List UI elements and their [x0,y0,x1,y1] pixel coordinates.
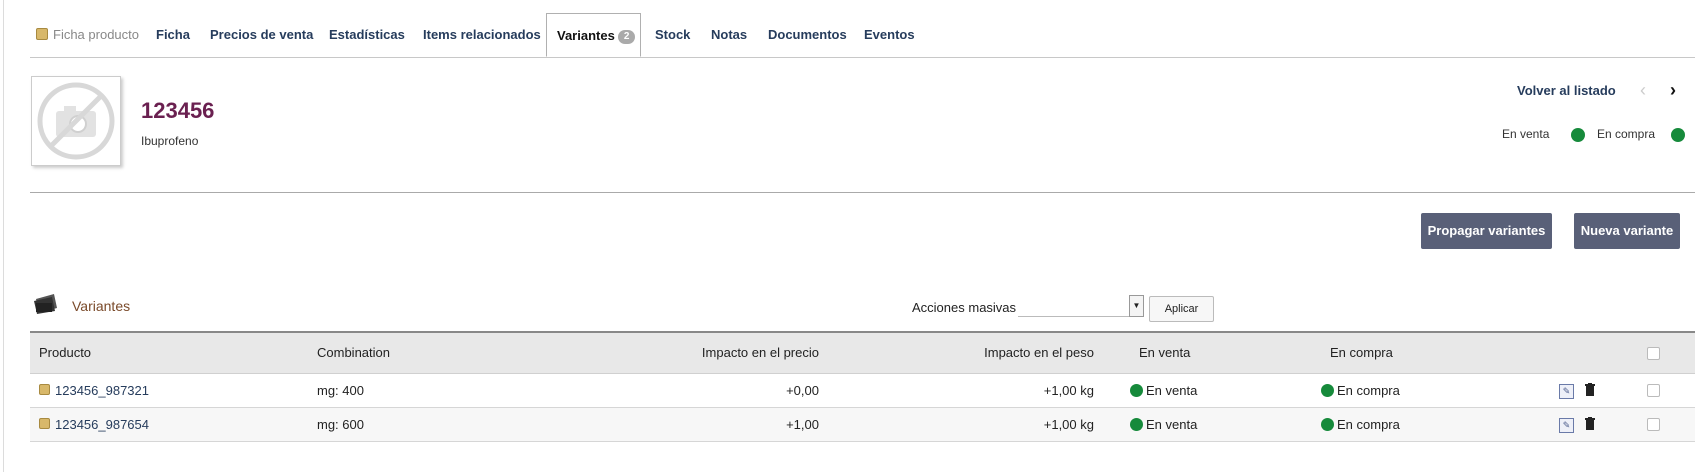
status-sell-dot[interactable] [1571,128,1585,142]
tab-precios-de-venta[interactable]: Precios de venta [210,13,313,57]
status-green-dot [1321,384,1334,397]
tab-estadisticas[interactable]: Estadísticas [329,13,405,57]
edit-icon[interactable]: ✎ [1559,418,1574,433]
variant-combination: mg: 400 [317,383,364,398]
trash-icon[interactable] [1585,383,1595,396]
status-green-dot [1130,418,1143,431]
no-photo-icon [37,82,115,160]
variant-product-link[interactable]: 123456_987654 [55,417,149,432]
product-box-icon [39,384,50,395]
variants-table: Producto Combination Impacto en el preci… [30,331,1695,442]
chevron-left-icon[interactable]: ‹ [1640,80,1646,101]
header-on-sale[interactable]: En venta [1139,333,1190,373]
tab-notas[interactable]: Notas [711,13,747,57]
variant-product-cell: 123456_987654 [39,408,149,441]
header-on-buy[interactable]: En compra [1330,333,1393,373]
new-variant-button[interactable]: Nueva variante [1574,213,1680,249]
header-product[interactable]: Producto [39,333,91,373]
propagate-variants-button[interactable]: Propagar variantes [1421,213,1552,249]
variant-on-buy-label: En compra [1337,417,1400,432]
status-buy-dot[interactable] [1671,128,1685,142]
banner-divider [30,192,1695,193]
variant-weight-impact: +1,00 kg [1043,383,1094,398]
variant-on-buy[interactable]: En compra [1321,374,1400,407]
table-row: 123456_987321 mg: 400 +0,00 +1,00 kg En … [30,374,1695,408]
variant-product-cell: 123456_987321 [39,374,149,407]
product-box-icon [39,418,50,429]
table-header-row: Producto Combination Impacto en el preci… [30,333,1695,374]
variant-product-link[interactable]: 123456_987321 [55,383,149,398]
status-buy-label: En compra [1597,127,1656,141]
header-weight-impact[interactable]: Impacto en el peso [860,333,1094,373]
product-label: Ibuprofeno [141,134,199,148]
page-left-border [3,0,4,472]
apply-button[interactable]: Aplicar [1149,296,1214,322]
status-green-dot [1130,384,1143,397]
product-box-icon [36,28,48,40]
tab-bar: Ficha producto Ficha Precios de venta Es… [30,13,1695,58]
tab-eventos[interactable]: Eventos [864,13,915,57]
trash-icon[interactable] [1585,417,1595,430]
tab-ficha-producto[interactable]: Ficha producto [36,13,139,57]
tab-items-relacionados[interactable]: Items relacionados [423,13,541,57]
status-green-dot [1321,418,1334,431]
variant-price-impact: +0,00 [786,383,819,398]
variant-on-sale[interactable]: En venta [1130,408,1197,441]
mass-actions-label: Acciones masivas [912,300,1017,315]
product-photo[interactable] [31,76,121,166]
tab-stock[interactable]: Stock [655,13,690,57]
header-combination[interactable]: Combination [317,333,390,373]
section-title: Variantes [72,298,131,314]
variant-price-impact: +1,00 [786,417,819,432]
variant-on-sale[interactable]: En venta [1130,374,1197,407]
tab-count-badge: 2 [617,29,636,44]
row-select-checkbox[interactable] [1647,418,1660,431]
table-row: 123456_987654 mg: 600 +1,00 +1,00 kg En … [30,408,1695,442]
edit-icon[interactable]: ✎ [1559,384,1574,399]
status-sell-label: En venta [1502,127,1550,141]
variant-on-sale-label: En venta [1146,383,1198,398]
chevron-down-icon[interactable]: ▼ [1129,295,1144,317]
mass-actions-select[interactable] [1018,294,1130,317]
variant-combination: mg: 600 [317,417,364,432]
tab-ficha[interactable]: Ficha [156,13,190,57]
tab-label: Variantes [557,28,615,43]
tab-variantes[interactable]: Variantes 2 [546,13,641,57]
variant-on-buy[interactable]: En compra [1321,408,1400,441]
select-all-checkbox[interactable] [1647,347,1660,360]
variant-weight-impact: +1,00 kg [1043,417,1094,432]
chevron-right-icon[interactable]: › [1670,80,1676,101]
header-price-impact[interactable]: Impacto en el precio [590,333,819,373]
row-select-checkbox[interactable] [1647,384,1660,397]
variant-on-buy-label: En compra [1337,383,1400,398]
tab-label: Ficha producto [53,27,139,42]
back-to-list-link[interactable]: Volver al listado [1517,83,1616,98]
tab-documentos[interactable]: Documentos [768,13,847,57]
product-ref: 123456 [141,98,215,123]
variants-folder-icon [34,294,57,314]
variant-on-sale-label: En venta [1146,417,1198,432]
